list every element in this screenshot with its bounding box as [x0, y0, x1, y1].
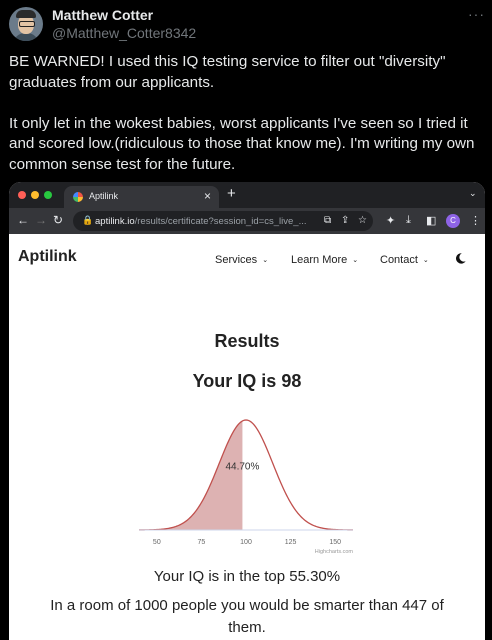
web-page: Aptilink Services ⌄ Learn More ⌄ Contact ⌄ … [9, 234, 485, 640]
tab-close-icon[interactable]: × [204, 189, 211, 203]
reload-icon[interactable]: ↻ [53, 213, 63, 227]
dark-mode-moon-icon[interactable] [454, 252, 467, 265]
x-tick-label: 75 [198, 539, 206, 546]
x-tick-label: 100 [240, 539, 252, 546]
author-name[interactable]: Matthew Cotter [52, 7, 153, 23]
shaded-percent-label: 44.70% [225, 462, 259, 473]
download-icon[interactable]: ⤓ [406, 214, 411, 227]
back-arrow-icon[interactable]: ← [17, 213, 29, 227]
chevron-down-icon: ⌄ [352, 257, 359, 265]
browser-tab[interactable]: Aptilink × [64, 186, 219, 208]
site-logo[interactable]: Aptilink [18, 248, 77, 266]
new-tab-icon[interactable]: + [227, 185, 236, 202]
browser-toolbar: ← → ↻ 🔒 aptilink.io/results/certificate?… [9, 208, 485, 234]
open-in-app-icon[interactable]: ⧉ [324, 215, 331, 226]
attached-screenshot[interactable]: Aptilink × + ⌄ ← → ↻ 🔒 aptilink.io/resul… [9, 182, 485, 640]
minimize-window-dot[interactable] [31, 191, 39, 199]
results-heading: Results [214, 331, 280, 351]
x-tick-label: 50 [153, 539, 161, 546]
x-tick-label: 125 [285, 539, 297, 546]
author-handle[interactable]: @Matthew_Cotter8342 [52, 25, 196, 41]
iq-distribution-chart: 50 75 100 125 150 44.70% Highcharts.com [139, 419, 354, 555]
tweet: Matthew Cotter @Matthew_Cotter8342 ··· B… [0, 0, 492, 640]
iq-score: Your IQ is 98 [192, 371, 302, 391]
tab-favicon-icon [73, 192, 83, 202]
tweet-text: BE WARNED! I used this IQ testing servic… [9, 53, 475, 173]
tab-title: Aptilink [89, 191, 119, 201]
profile-avatar[interactable]: C [446, 214, 460, 228]
share-icon[interactable]: ⇪ [341, 215, 349, 226]
maximize-window-dot[interactable] [44, 191, 52, 199]
nav-learn-more[interactable]: Learn More ⌄ [291, 254, 358, 266]
bookmark-star-icon[interactable]: ☆ [358, 215, 367, 226]
room-comparison-text: In a room of 1000 people you would be sm… [50, 597, 444, 636]
chevron-down-icon: ⌄ [422, 257, 429, 265]
side-panel-icon[interactable]: ◧ [426, 214, 436, 227]
distribution-curve [139, 419, 353, 531]
url-text: aptilink.io/results/certificate?session_… [95, 216, 307, 227]
browser-menu-icon[interactable]: ⋮ [470, 214, 481, 227]
lock-icon: 🔒 [82, 215, 94, 225]
close-window-dot[interactable] [18, 191, 26, 199]
nav-services[interactable]: Services ⌄ [215, 254, 268, 266]
address-bar[interactable]: 🔒 aptilink.io/results/certificate?sessio… [73, 211, 373, 231]
shaded-area [139, 420, 243, 530]
avatar[interactable] [9, 7, 43, 41]
nav-contact[interactable]: Contact ⌄ [380, 254, 429, 266]
chart-credit: Highcharts.com [315, 549, 354, 555]
top-percent-text: Your IQ is in the top 55.30% [153, 568, 341, 585]
x-tick-label: 150 [329, 539, 341, 546]
more-options-icon[interactable]: ··· [468, 6, 485, 22]
browser-tab-bar: Aptilink × + ⌄ [9, 182, 485, 208]
forward-arrow-icon[interactable]: → [35, 213, 47, 227]
tab-search-chevron-icon[interactable]: ⌄ [469, 188, 477, 199]
extensions-puzzle-icon[interactable]: ✦ [386, 214, 395, 227]
chevron-down-icon: ⌄ [262, 257, 269, 265]
